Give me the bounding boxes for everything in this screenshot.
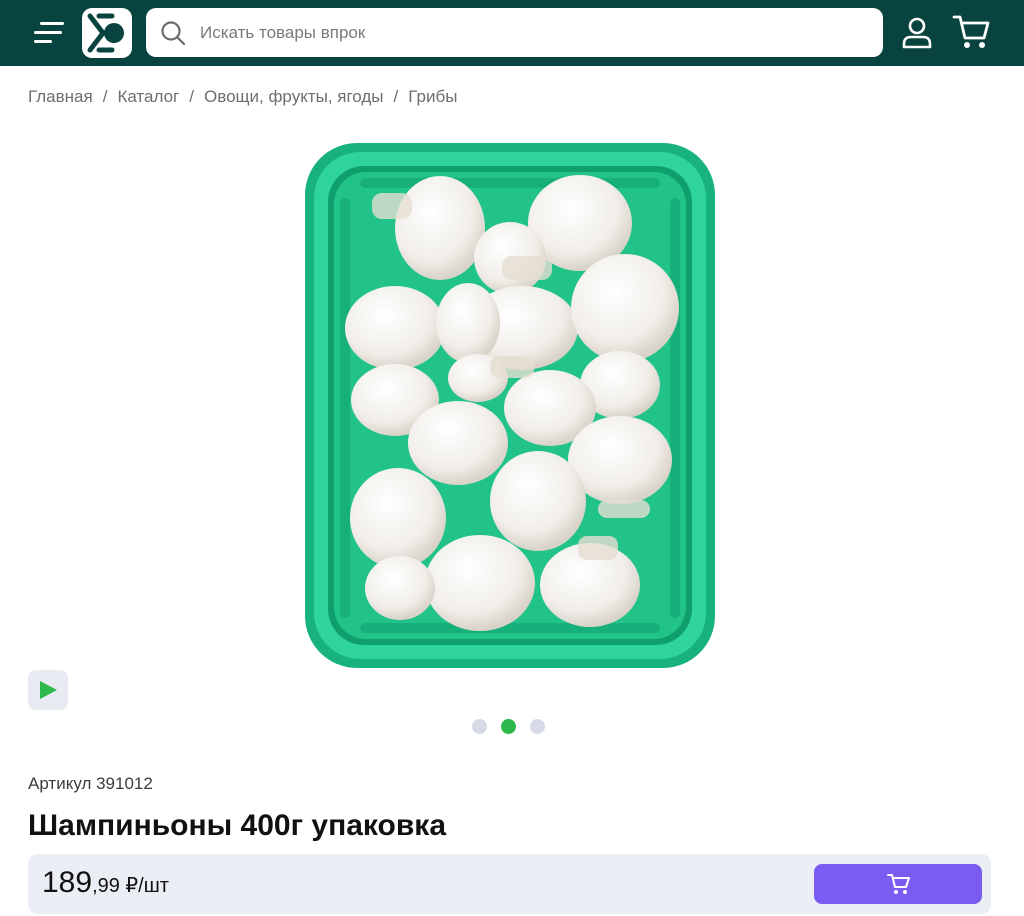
logo[interactable] xyxy=(82,8,132,58)
price-bar: 189,99 ₽/шт xyxy=(28,854,991,914)
carousel-dot-1[interactable] xyxy=(472,719,487,734)
carousel-dot-3[interactable] xyxy=(530,719,545,734)
breadcrumb-home[interactable]: Главная xyxy=(28,87,93,107)
search-input[interactable] xyxy=(200,8,860,57)
product-sku: Артикул 391012 xyxy=(28,774,153,793)
breadcrumb-separator: / xyxy=(189,87,194,106)
add-to-cart-button[interactable] xyxy=(814,864,982,904)
carousel-dots xyxy=(472,719,545,734)
cart-icon xyxy=(887,874,910,894)
breadcrumb-separator: / xyxy=(102,87,108,106)
cart-icon[interactable] xyxy=(950,12,992,52)
breadcrumb-separator: / xyxy=(393,87,399,106)
breadcrumb-category[interactable]: Овощи, фрукты, ягоды xyxy=(204,87,384,107)
play-icon xyxy=(40,681,57,699)
breadcrumb-catalog[interactable]: Каталог xyxy=(117,87,179,107)
play-video-button[interactable] xyxy=(28,670,68,710)
price-decimal-unit: ,99 ₽/шт xyxy=(92,875,169,897)
breadcrumb: Главная / Каталог / Овощи, фрукты, ягоды… xyxy=(28,87,457,107)
header xyxy=(0,0,1024,66)
product-title: Шампиньоны 400г упаковка xyxy=(28,809,447,842)
breadcrumb-subcategory[interactable]: Грибы xyxy=(408,87,457,107)
product-price: 189,99 ₽/шт xyxy=(42,866,169,900)
product-image[interactable] xyxy=(300,138,720,673)
search-icon xyxy=(161,21,186,46)
price-integer: 189 xyxy=(42,866,93,899)
menu-icon[interactable] xyxy=(30,18,66,48)
carousel-dot-2[interactable] xyxy=(501,719,516,734)
search-box[interactable] xyxy=(146,8,883,57)
user-icon[interactable] xyxy=(898,14,936,52)
